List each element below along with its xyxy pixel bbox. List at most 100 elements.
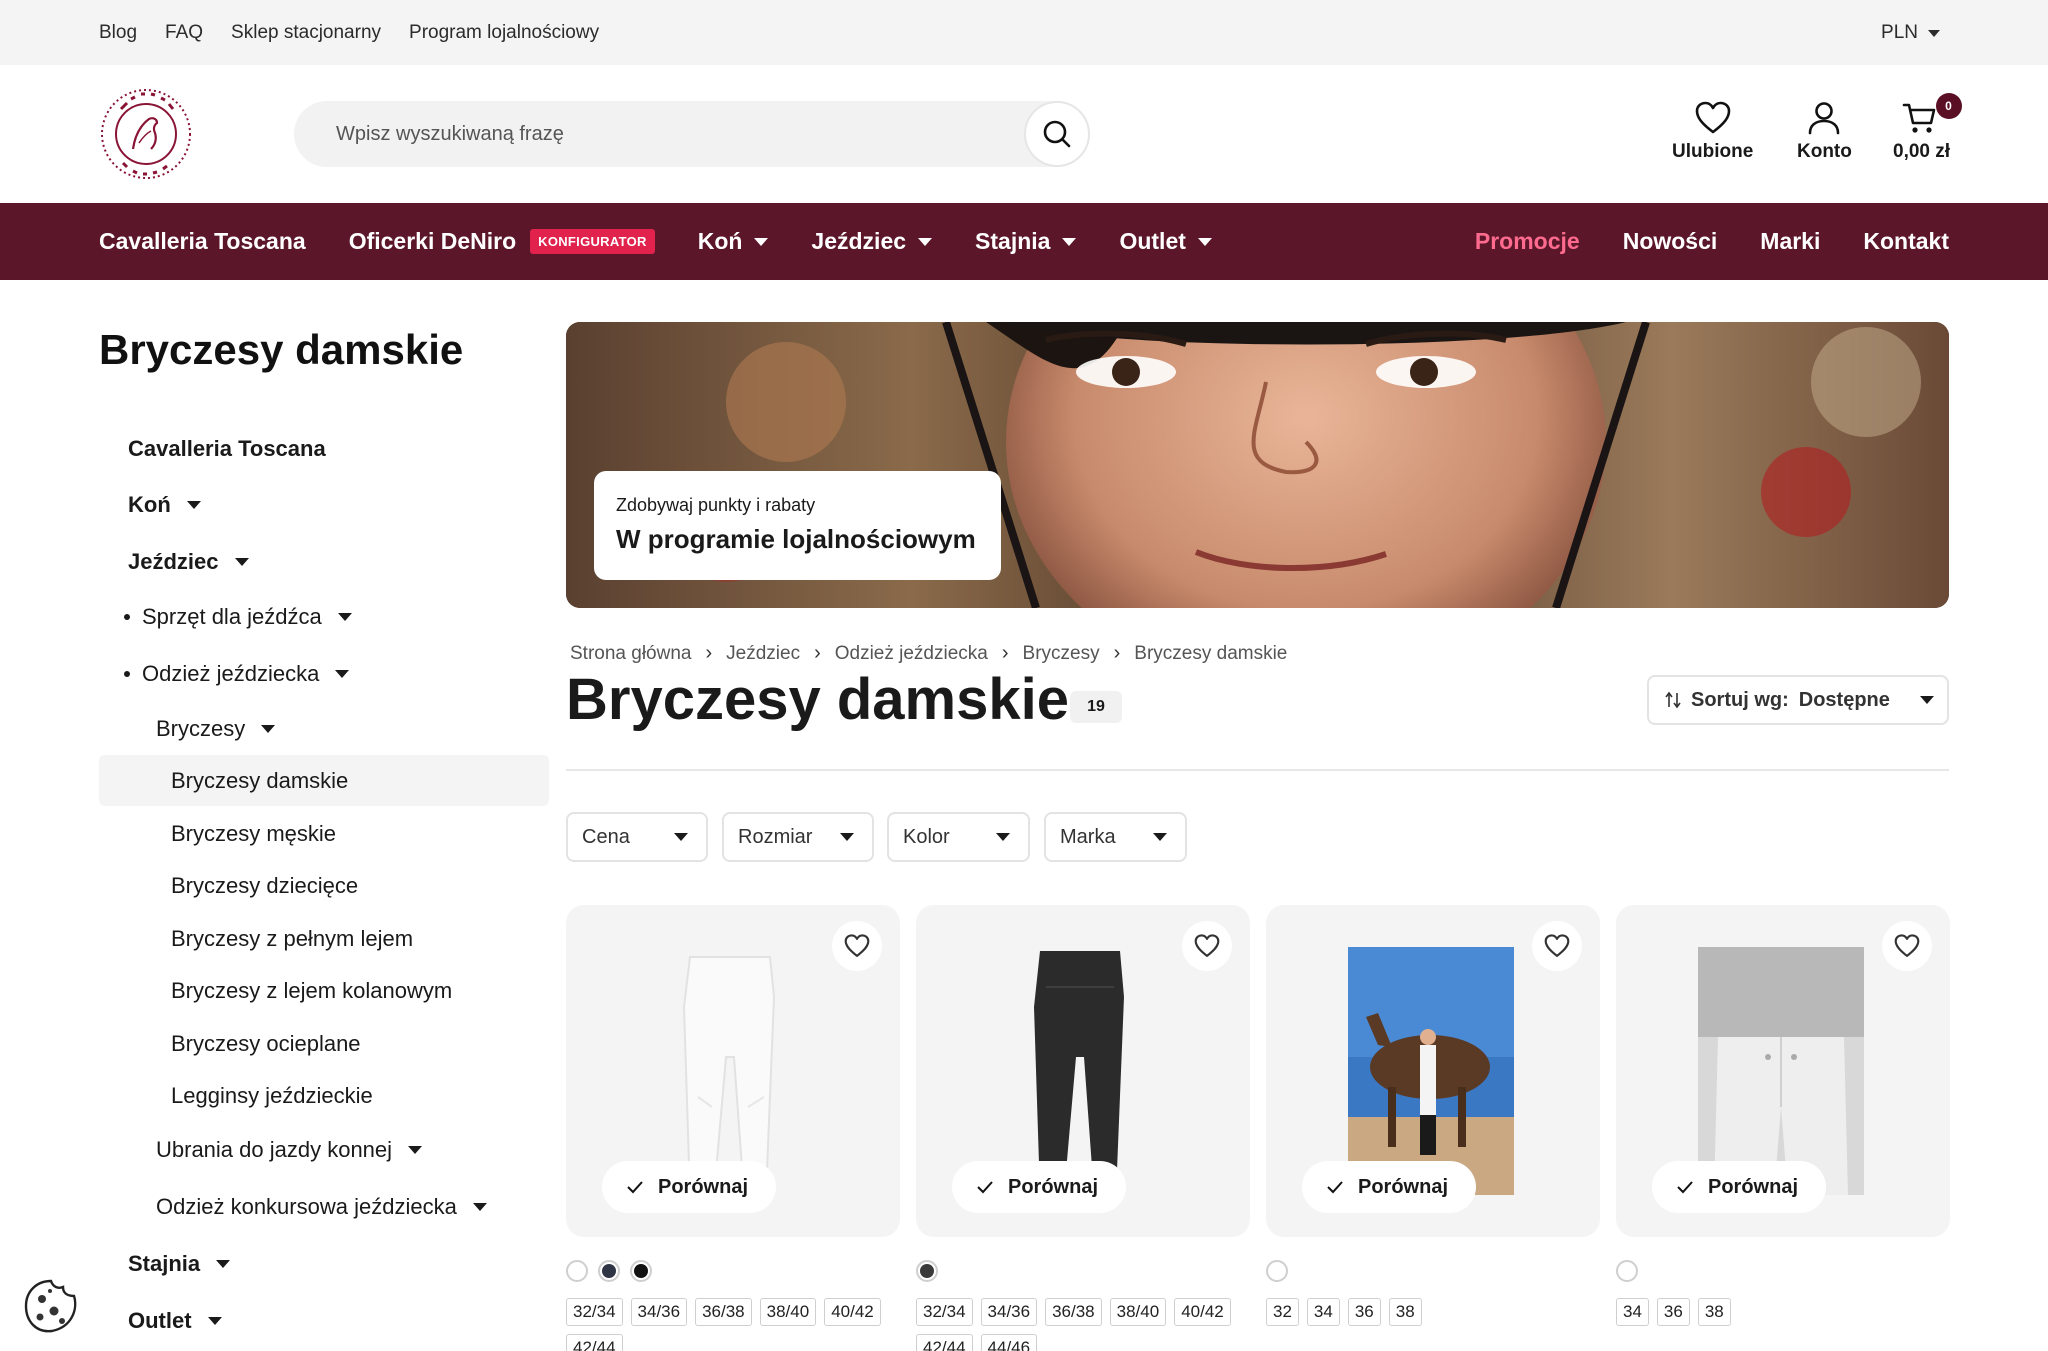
nav-item-kontakt[interactable]: Kontakt [1863,228,1949,255]
breadcrumb-item[interactable]: Jeździec [726,643,800,665]
filter-brand[interactable]: Marka [1044,812,1187,862]
size-chip[interactable]: 34/36 [630,1298,688,1326]
chevron-down-icon[interactable] [216,1260,231,1268]
breadcrumb-item[interactable]: Bryczesy [1023,643,1100,665]
chevron-down-icon[interactable] [337,613,352,621]
favorites-link[interactable]: Ulubione [1672,101,1753,163]
product-card[interactable]: Porównaj [566,905,900,1237]
chevron-down-icon[interactable] [472,1203,487,1211]
compare-label: Porównaj [1008,1175,1099,1198]
size-chip[interactable]: 36/38 [695,1298,752,1326]
sidebar-item-legginsy[interactable]: Legginsy jeździeckie [171,1083,373,1109]
sidebar-item-ubrania[interactable]: Ubrania do jazdy konnej [156,1137,423,1163]
product-card[interactable]: Porównaj [1616,905,1950,1237]
filter-price[interactable]: Cena [566,812,708,862]
wishlist-button[interactable] [1882,921,1932,971]
utility-link-blog[interactable]: Blog [99,22,137,44]
currency-selector[interactable]: PLN [1881,22,1940,44]
utility-link-faq[interactable]: FAQ [165,22,203,44]
size-chip[interactable]: 32/34 [916,1298,973,1326]
search-button[interactable] [1024,101,1090,167]
color-swatch[interactable] [598,1260,620,1282]
filter-size[interactable]: Rozmiar [722,812,874,862]
cookie-settings-button[interactable] [22,1277,80,1335]
wishlist-button[interactable] [1182,921,1232,971]
wishlist-button[interactable] [832,921,882,971]
sidebar-item-jezdziec[interactable]: Jeździec [128,549,249,575]
size-chip[interactable]: 36/38 [1045,1298,1102,1326]
size-chip[interactable]: 34 [1306,1298,1340,1326]
nav-item-kon[interactable]: Koń [698,228,769,255]
sidebar-item-label: Bryczesy z lejem kolanowym [171,978,453,1003]
sidebar-item-stajnia[interactable]: Stajnia [128,1251,231,1277]
size-chip[interactable]: 38/40 [1109,1298,1167,1326]
chevron-down-icon[interactable] [186,501,201,509]
sidebar-item-odziez-jezdziecka[interactable]: Odzież jeździecka [124,661,350,687]
utility-link-store[interactable]: Sklep stacjonarny [231,22,381,44]
size-chip[interactable]: 40/42 [824,1298,881,1326]
nav-item-jezdziec[interactable]: Jeździec [811,228,933,255]
size-chip[interactable]: 40/42 [1174,1298,1231,1326]
chevron-down-icon[interactable] [261,725,276,733]
sidebar-item-bryczesy-ocieplane[interactable]: Bryczesy ocieplane [171,1031,361,1057]
sort-dropdown[interactable]: Sortuj wg: Dostępne [1647,675,1949,725]
compare-button[interactable]: Porównaj [952,1161,1127,1213]
color-swatch[interactable] [566,1260,588,1282]
color-swatch[interactable] [1616,1260,1638,1282]
color-swatch[interactable] [916,1260,938,1282]
wishlist-button[interactable] [1532,921,1582,971]
size-chip[interactable]: 32/34 [566,1298,623,1326]
sidebar-item-kon[interactable]: Koń [128,492,201,518]
sidebar-item-bryczesy-dzieciece[interactable]: Bryczesy dziecięce [171,873,358,899]
sidebar-item-odziez-konkursowa[interactable]: Odzież konkursowa jeździecka [156,1194,487,1220]
account-link[interactable]: Konto [1797,101,1852,163]
nav-item-nowosci[interactable]: Nowości [1623,228,1718,255]
size-chip[interactable]: 38 [1697,1298,1731,1326]
chevron-down-icon[interactable] [207,1317,222,1325]
filter-color[interactable]: Kolor [887,812,1030,862]
product-card[interactable]: Porównaj [1266,905,1600,1237]
nav-item-stajnia[interactable]: Stajnia [975,228,1077,255]
search-input[interactable] [336,119,996,149]
size-chip[interactable]: 34/36 [980,1298,1038,1326]
size-list: 34 36 38 [1616,1298,1956,1326]
sidebar-item-cavalleria-toscana[interactable]: Cavalleria Toscana [128,436,326,462]
compare-button[interactable]: Porównaj [1652,1161,1827,1213]
size-chip[interactable]: 42/44 [566,1334,623,1351]
sidebar-item-sprzet-dla-jezdzca[interactable]: Sprzęt dla jeźdźca [124,604,352,630]
sidebar-item-bryczesy-lej-kolanowy[interactable]: Bryczesy z lejem kolanowym [171,978,452,1004]
size-chip[interactable]: 36 [1347,1298,1381,1326]
breadcrumb-item[interactable]: Odzież jeździecka [835,643,988,665]
nav-item-cavalleria-toscana[interactable]: Cavalleria Toscana [99,228,306,255]
nav-item-promocje[interactable]: Promocje [1475,228,1580,255]
sidebar-item-bryczesy-damskie[interactable]: Bryczesy damskie [171,768,348,794]
breadcrumb-item[interactable]: Strona główna [570,643,691,665]
size-chip[interactable]: 32 [1266,1298,1299,1326]
sidebar-item-bryczesy[interactable]: Bryczesy [156,716,276,742]
size-chip[interactable]: 38 [1388,1298,1422,1326]
logo[interactable] [99,87,193,181]
sidebar-item-outlet[interactable]: Outlet [128,1308,222,1334]
chevron-down-icon[interactable] [234,558,249,566]
nav-item-marki[interactable]: Marki [1760,228,1820,255]
nav-item-outlet[interactable]: Outlet [1119,228,1212,255]
utility-link-loyalty[interactable]: Program lojalnościowy [409,22,599,44]
sidebar-item-bryczesy-pelny-lej[interactable]: Bryczesy z pełnym lejem [171,926,413,952]
chevron-down-icon[interactable] [408,1146,423,1154]
product-card[interactable]: Porównaj [916,905,1250,1237]
size-chip[interactable]: 42/44 [916,1334,973,1351]
nav-item-oficerki-deniro[interactable]: Oficerki DeNiro KONFIGURATOR [349,228,655,255]
size-chip[interactable]: 44/46 [980,1334,1038,1351]
color-swatch[interactable] [1266,1260,1288,1282]
sidebar-item-bryczesy-meskie[interactable]: Bryczesy męskie [171,821,336,847]
size-chip[interactable]: 34 [1616,1298,1649,1326]
compare-button[interactable]: Porównaj [602,1161,777,1213]
size-chip[interactable]: 36 [1656,1298,1690,1326]
cart-link[interactable]: 0 0,00 zł [1893,93,1962,163]
size-chip[interactable]: 38/40 [759,1298,817,1326]
banner-card[interactable]: Zdobywaj punkty i rabaty W programie loj… [594,471,1001,580]
loyalty-banner[interactable]: Zdobywaj punkty i rabaty W programie loj… [566,322,1949,608]
color-swatch[interactable] [630,1260,652,1282]
compare-button[interactable]: Porównaj [1302,1161,1477,1213]
chevron-down-icon[interactable] [335,670,350,678]
